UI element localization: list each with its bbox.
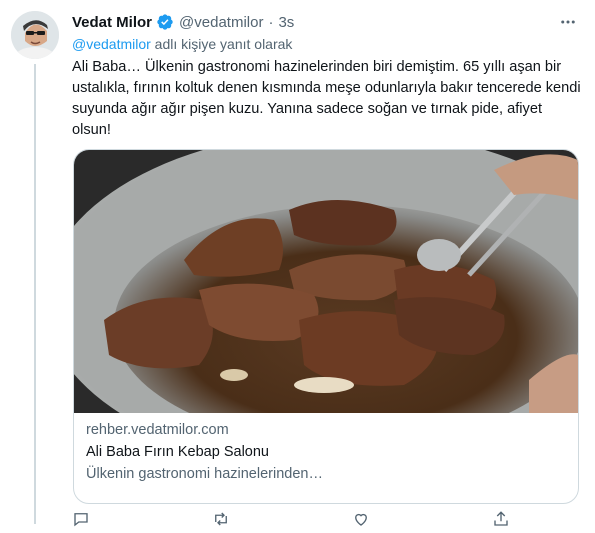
more-options-icon[interactable] — [557, 12, 579, 32]
tweet-actions — [72, 510, 512, 530]
avatar-image — [11, 11, 59, 59]
reply-mention-link[interactable]: @vedatmilor — [72, 36, 151, 52]
retweet-icon[interactable] — [212, 510, 232, 530]
tweet-header: Vedat Milor @vedatmilor · 3s — [72, 12, 294, 32]
card-body: rehber.vedatmilor.com Ali Baba Fırın Keb… — [86, 420, 566, 484]
reply-icon[interactable] — [72, 510, 92, 530]
like-icon[interactable] — [352, 510, 372, 530]
author-handle[interactable]: @vedatmilor — [179, 14, 263, 31]
reply-context: @vedatmilor adlı kişiye yanıt olarak — [72, 36, 292, 52]
author-name[interactable]: Vedat Milor — [72, 14, 152, 31]
tweet-text: Ali Baba… Ülkenin gastronomi hazinelerin… — [72, 59, 585, 138]
share-icon[interactable] — [492, 510, 512, 530]
separator-dot: · — [268, 13, 274, 31]
tweet-timestamp[interactable]: 3s — [278, 14, 294, 31]
card-domain: rehber.vedatmilor.com — [86, 422, 229, 438]
link-card[interactable]: rehber.vedatmilor.com Ali Baba Fırın Keb… — [73, 149, 579, 504]
verified-badge-icon — [156, 13, 174, 31]
thread-line — [34, 64, 36, 524]
card-image — [74, 150, 578, 413]
avatar[interactable] — [11, 11, 59, 59]
card-description: Ülkenin gastronomi hazinelerinden… — [86, 466, 323, 482]
reply-context-label: adlı kişiye yanıt olarak — [150, 36, 293, 52]
card-title: Ali Baba Fırın Kebap Salonu — [86, 444, 269, 460]
